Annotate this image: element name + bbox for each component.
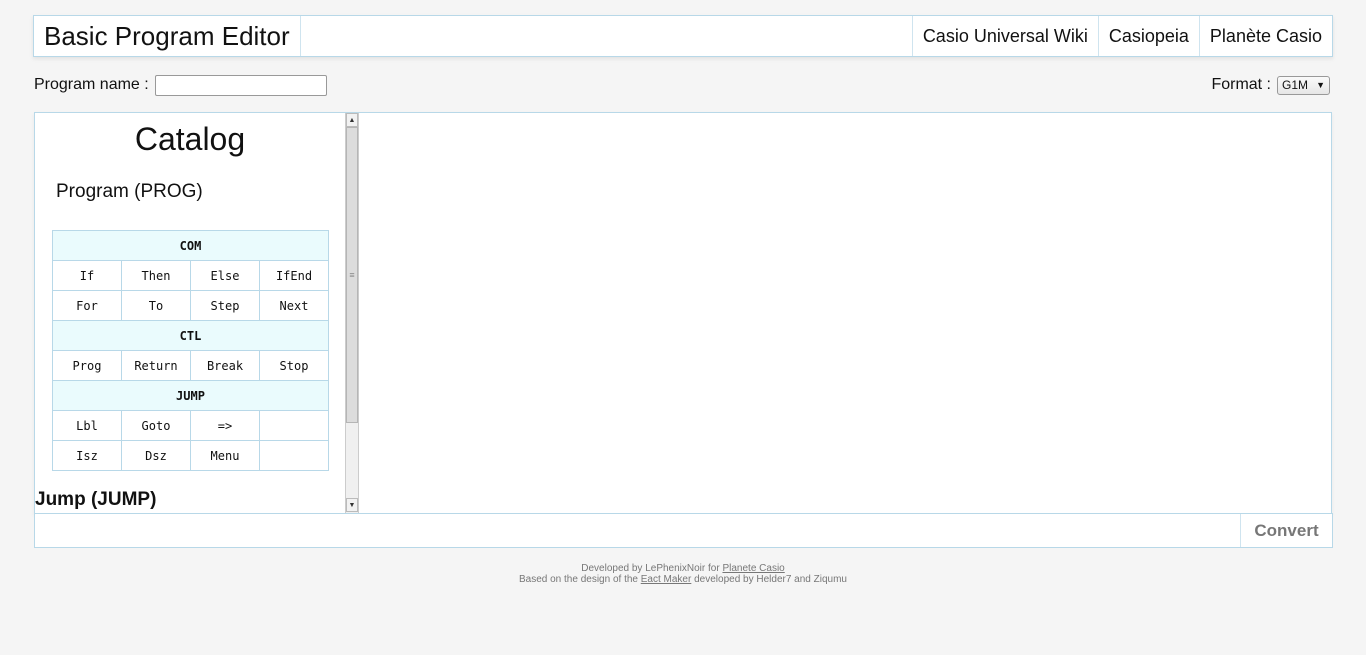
catalog-item[interactable]: =>: [190, 410, 260, 441]
group-header-ctl: CTL: [52, 320, 329, 351]
catalog-scrollbar[interactable]: ▲ ≡ ▼: [345, 113, 359, 513]
footer-line-1: Developed by LePhenixNoir for Planete Ca…: [0, 563, 1366, 574]
convert-button[interactable]: Convert: [1240, 514, 1332, 547]
catalog-item[interactable]: If: [52, 260, 122, 291]
header-spacer: [301, 16, 912, 56]
editor-panel: Catalog Program (PROG) COM If Then Else …: [34, 112, 1332, 514]
format-select[interactable]: G1M ▼: [1277, 75, 1330, 95]
catalog-item[interactable]: Next: [259, 290, 329, 321]
catalog-item[interactable]: Break: [190, 350, 260, 381]
catalog-item[interactable]: Menu: [190, 440, 260, 471]
catalog-item[interactable]: Then: [121, 260, 191, 291]
group-header-jump: JUMP: [52, 380, 329, 411]
catalog-item[interactable]: To: [121, 290, 191, 321]
catalog-item[interactable]: Stop: [259, 350, 329, 381]
catalog-title: Catalog: [134, 121, 246, 157]
program-toolbar: Program name : Format : G1M ▼: [34, 73, 1330, 97]
footer-credit-text: Developed by LePhenixNoir for: [581, 563, 720, 574]
header-bar: Basic Program Editor Casio Universal Wik…: [33, 15, 1333, 57]
catalog-item[interactable]: Prog: [52, 350, 122, 381]
footer: Developed by LePhenixNoir for Planete Ca…: [0, 563, 1366, 585]
catalog-item-empty: [259, 440, 329, 471]
catalog-item[interactable]: Isz: [52, 440, 122, 471]
bottom-bar: Convert: [34, 513, 1333, 548]
catalog-item[interactable]: IfEnd: [259, 260, 329, 291]
eact-maker-link[interactable]: Eact Maker: [641, 574, 692, 585]
scroll-down-arrow-icon[interactable]: ▼: [346, 498, 358, 512]
catalog-item[interactable]: Goto: [121, 410, 191, 441]
format-select-value: G1M: [1282, 78, 1309, 92]
catalog-item[interactable]: Step: [190, 290, 260, 321]
format-label: Format :: [1211, 76, 1271, 93]
catalog-table: COM If Then Else IfEnd For To Step Next …: [52, 230, 329, 471]
catalog-item[interactable]: Dsz: [121, 440, 191, 471]
footer-developers-text: developed by Helder7 and Ziqumu: [694, 574, 847, 585]
catalog-item[interactable]: Else: [190, 260, 260, 291]
app-title[interactable]: Basic Program Editor: [34, 16, 301, 56]
nav-link-casio-universal-wiki[interactable]: Casio Universal Wiki: [911, 16, 1098, 56]
footer-design-text: Based on the design of the: [518, 574, 638, 585]
catalog-item[interactable]: Lbl: [52, 410, 122, 441]
code-editor-area[interactable]: [360, 113, 1331, 513]
scroll-up-arrow-icon[interactable]: ▲: [346, 113, 358, 127]
catalog-item[interactable]: For: [52, 290, 122, 321]
chevron-down-icon: ▼: [1316, 80, 1325, 90]
group-header-com: COM: [52, 230, 329, 261]
nav-link-planete-casio[interactable]: Planète Casio: [1198, 16, 1332, 56]
catalog-section-title: Program (PROG): [56, 181, 203, 202]
planete-casio-link[interactable]: Planete Casio: [722, 563, 784, 574]
footer-line-2: Based on the design of the Eact Maker de…: [0, 574, 1366, 585]
catalog-item[interactable]: Return: [121, 350, 191, 381]
catalog-next-section-title: Jump (JUMP): [35, 489, 157, 510]
nav-link-casiopeia[interactable]: Casiopeia: [1097, 16, 1199, 56]
catalog-panel: Catalog Program (PROG) COM If Then Else …: [35, 113, 345, 513]
program-name-label: Program name :: [34, 76, 149, 93]
scrollbar-thumb[interactable]: ≡: [346, 127, 358, 423]
program-name-input[interactable]: [154, 74, 327, 96]
catalog-item-empty: [259, 410, 329, 441]
grip-icon: ≡: [349, 270, 355, 280]
